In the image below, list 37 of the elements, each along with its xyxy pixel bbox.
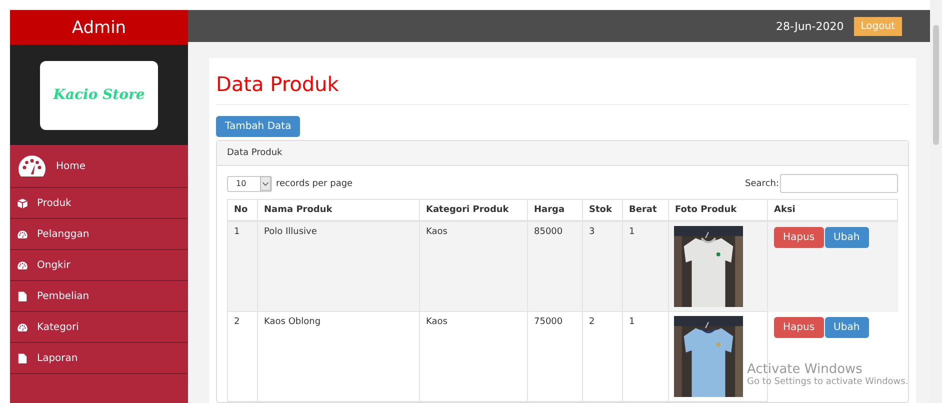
table-cell: 2 [582,312,622,402]
current-date: 28-Jun-2020 [776,20,844,32]
search-label: Search: [745,178,779,188]
table-cell: 1 [622,221,668,312]
table-cell: 85000 [528,221,582,312]
activation-notice-title: Activate Windows [747,362,864,377]
page-size-label: records per page [276,178,353,188]
table-cell: Polo Illusive [258,221,420,312]
edit-button[interactable]: Ubah [824,316,869,338]
gauge-icon [17,154,47,178]
gauge-icon [17,322,28,332]
panel-heading: Data Produk [217,141,908,166]
cube-icon [17,198,28,208]
add-data-button[interactable]: Tambah Data [216,116,300,137]
page-size-select[interactable]: 10 [227,176,272,192]
page-title: Data Produk [216,72,909,105]
table-cell: 75000 [528,312,582,402]
table-cell: 3 [582,221,622,312]
gauge-icon [17,228,28,240]
sidebar-item[interactable]: Home [10,145,188,188]
delete-button[interactable]: Hapus [774,227,824,248]
file-icon [17,290,28,302]
store-logo: Kacio Store [40,60,158,130]
gauge-icon [17,260,28,270]
table-cell: Kaos Oblong [258,312,420,402]
activation-notice-text: Go to Settings to activate Windows. [747,377,908,387]
table-cell: 1 [622,312,668,402]
delete-button[interactable]: Hapus [774,316,824,338]
table-cell: Kaos [420,312,528,402]
table-cell: Kaos [420,221,528,312]
table-cell: 1 [228,221,258,312]
sidebar-title: Admin [10,10,188,45]
file-icon [17,352,28,364]
table-cell: 2 [228,312,258,402]
search-field[interactable] [780,174,898,193]
caret-icon [260,176,271,191]
edit-button[interactable]: Ubah [824,227,869,248]
